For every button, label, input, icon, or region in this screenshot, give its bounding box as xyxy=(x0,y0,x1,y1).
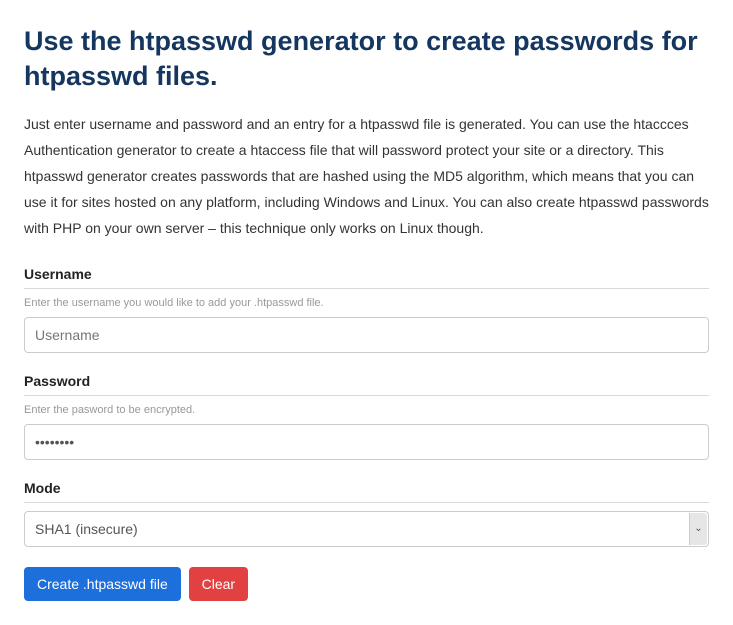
password-block: Password Enter the pasword to be encrypt… xyxy=(24,373,709,460)
username-block: Username Enter the username you would li… xyxy=(24,266,709,353)
password-help: Enter the pasword to be encrypted. xyxy=(24,404,709,416)
page-title: Use the htpasswd generator to create pas… xyxy=(24,24,709,94)
password-label: Password xyxy=(24,373,709,396)
clear-button[interactable]: Clear xyxy=(189,567,248,601)
mode-label: Mode xyxy=(24,480,709,503)
password-input[interactable] xyxy=(24,424,709,460)
create-button[interactable]: Create .htpasswd file xyxy=(24,567,181,601)
mode-select[interactable]: SHA1 (insecure) xyxy=(24,511,709,547)
username-label: Username xyxy=(24,266,709,289)
intro-text: Just enter username and password and an … xyxy=(24,112,709,241)
username-help: Enter the username you would like to add… xyxy=(24,297,709,309)
button-row: Create .htpasswd file Clear xyxy=(24,567,709,601)
mode-block: Mode SHA1 (insecure) ⌄ xyxy=(24,480,709,547)
username-input[interactable] xyxy=(24,317,709,353)
